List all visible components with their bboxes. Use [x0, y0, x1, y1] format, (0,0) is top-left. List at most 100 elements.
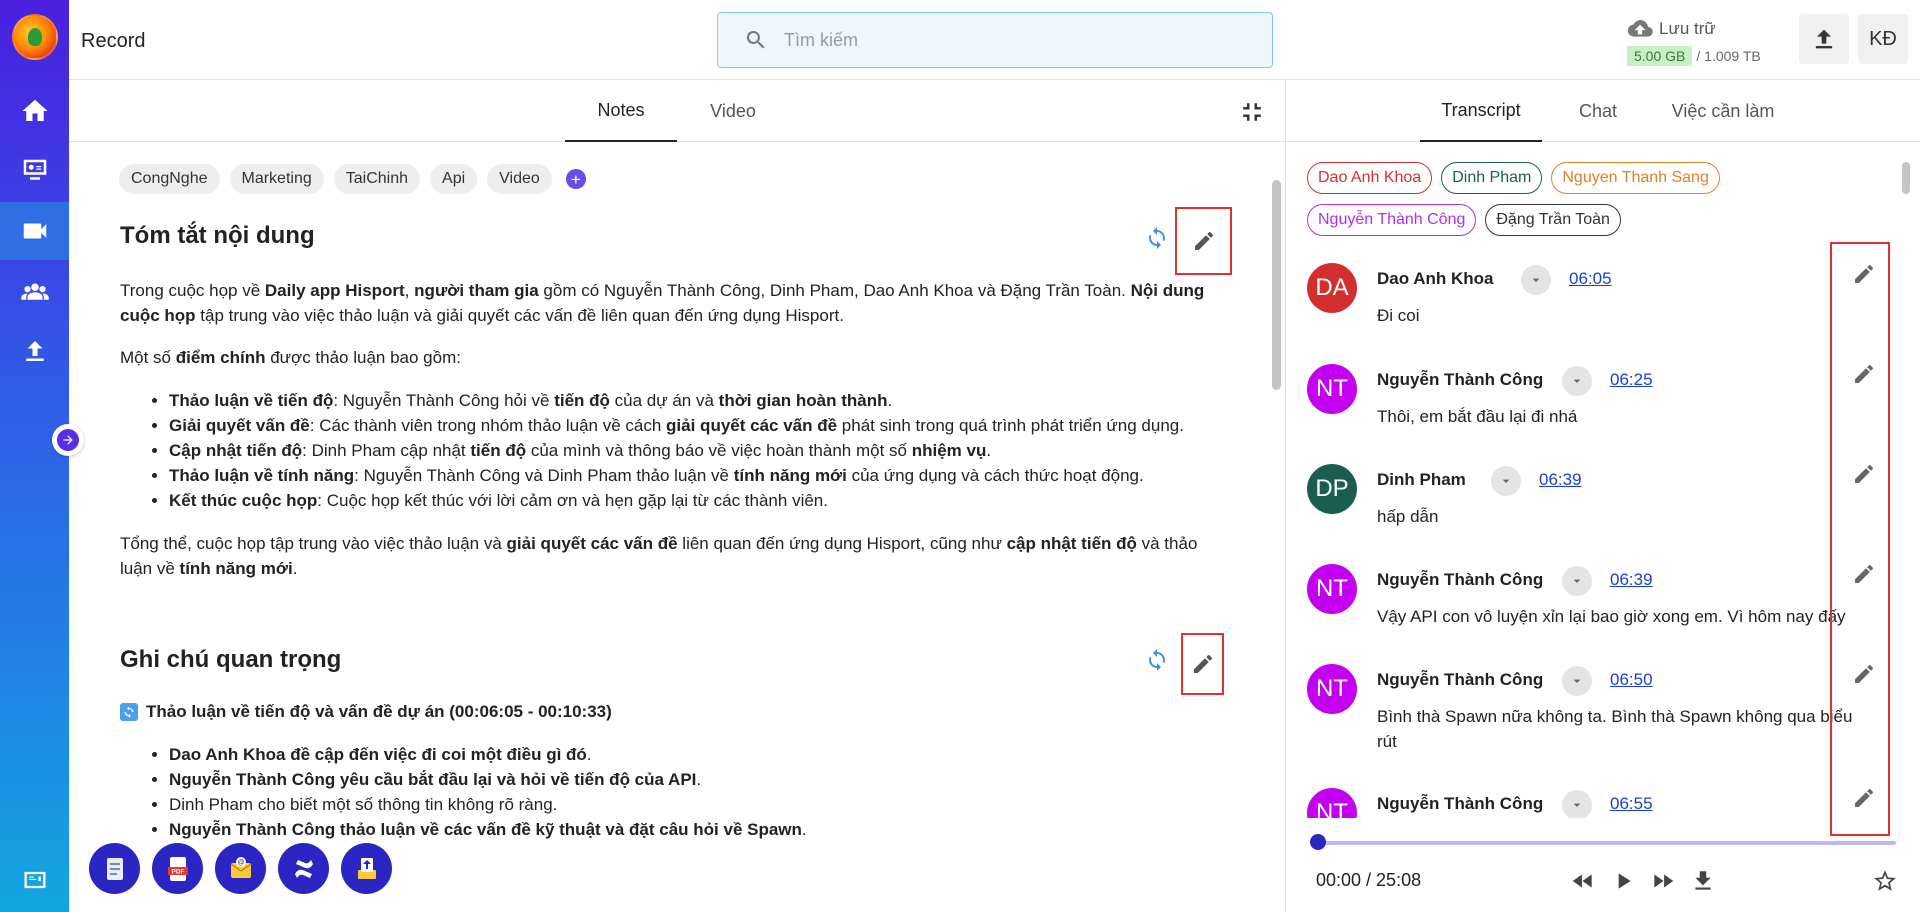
edit-notes-button[interactable]	[1181, 633, 1224, 695]
important-notes-title: Ghi chú quan trọng	[120, 646, 342, 673]
playback-progress-bar[interactable]	[1318, 841, 1896, 845]
summary-conclusion: Tổng thể, cuộc họp tập trung vào việc th…	[120, 534, 1198, 578]
export-pdf-button[interactable]: PDF	[152, 843, 203, 894]
avatar: NT	[1307, 664, 1357, 714]
tab-notes[interactable]: Notes	[565, 80, 677, 142]
list-item: Cập nhật tiến độ: Dinh Pham cập nhật tiế…	[169, 438, 1229, 463]
tag-item[interactable]: CongNghe	[119, 164, 220, 194]
speaker-chip[interactable]: Đặng Trần Toàn	[1485, 204, 1621, 236]
timestamp-link[interactable]: 06:55	[1610, 794, 1653, 814]
summary-intro: Trong cuộc họp về Daily app Hisport, ngư…	[120, 281, 1205, 325]
record-nav-item[interactable]	[0, 202, 69, 260]
timestamp-link[interactable]: 06:50	[1610, 670, 1653, 690]
pencil-icon	[1855, 265, 1873, 283]
fast-forward-button[interactable]	[1648, 866, 1678, 896]
playback-time: 00:00 / 25:08	[1316, 870, 1422, 890]
meetings-nav-item[interactable]	[0, 142, 69, 200]
speaker-dropdown[interactable]	[1491, 466, 1521, 496]
refresh-badge-icon	[120, 703, 138, 721]
edit-summary-button[interactable]	[1175, 207, 1232, 275]
regenerate-summary-button[interactable]	[1145, 226, 1169, 250]
tag-item[interactable]: Marketing	[229, 164, 324, 194]
summary-title: Tóm tắt nội dung	[120, 222, 315, 249]
tab-todo[interactable]: Việc cần làm	[1658, 80, 1788, 142]
timestamp-link[interactable]: 06:05	[1569, 269, 1612, 289]
speaker-chip[interactable]: Dinh Pham	[1441, 162, 1543, 194]
summary-points-intro: Một số điểm chính được thảo luận bao gồm…	[120, 348, 461, 367]
speaker-dropdown[interactable]	[1521, 265, 1551, 295]
avatar: NT	[1307, 788, 1357, 818]
user-avatar-button[interactable]: KĐ	[1858, 14, 1908, 64]
play-button[interactable]	[1608, 866, 1638, 896]
regenerate-notes-button[interactable]	[1145, 648, 1169, 672]
speaker-chip[interactable]: Nguyen Thanh Sang	[1551, 162, 1720, 194]
speaker-dropdown[interactable]	[1562, 366, 1592, 396]
speaker-chip[interactable]: Nguyễn Thành Công	[1307, 204, 1477, 236]
export-confluence-button[interactable]	[278, 843, 329, 894]
send-email-button[interactable]: @	[215, 843, 266, 894]
speaker-dropdown[interactable]	[1562, 666, 1592, 696]
arrow-right-icon	[63, 435, 73, 445]
presentation-icon	[23, 159, 46, 180]
list-item: Giải quyết vấn đề: Các thành viên trong …	[169, 413, 1229, 438]
speaker-dropdown[interactable]	[1562, 566, 1592, 596]
exit-fullscreen-button[interactable]	[1237, 97, 1267, 127]
playback-scrubber[interactable]	[1310, 834, 1326, 850]
list-item: Thảo luận về tiến độ: Nguyễn Thành Công …	[169, 388, 1229, 413]
upload-button[interactable]	[1799, 14, 1849, 64]
sync-icon	[1149, 227, 1165, 249]
notes-scrollbar[interactable]	[1272, 180, 1281, 390]
avatar: DP	[1307, 464, 1357, 514]
list-item: Nguyễn Thành Công yêu cầu bắt đầu lại và…	[169, 767, 1229, 792]
speaker-chip[interactable]: Dao Anh Khoa	[1307, 162, 1433, 194]
download-button[interactable]	[1688, 866, 1718, 896]
storage-total: / 1.009 TB	[1696, 48, 1761, 64]
home-nav-item[interactable]	[0, 82, 69, 140]
caret-down-icon	[1573, 579, 1581, 583]
speaker-dropdown[interactable]	[1562, 790, 1592, 818]
summary-points: Thảo luận về tiến độ: Nguyễn Thành Công …	[169, 388, 1229, 513]
edit-entry-button[interactable]	[1852, 262, 1876, 286]
search-input[interactable]	[784, 29, 1244, 51]
edit-entry-button[interactable]	[1852, 662, 1876, 686]
tag-item[interactable]: Video	[487, 164, 552, 194]
edit-entry-button[interactable]	[1852, 562, 1876, 586]
export-notes-button[interactable]	[89, 843, 140, 894]
transcript-scrollbar[interactable]	[1902, 162, 1910, 194]
timestamp-link[interactable]: 06:39	[1610, 570, 1653, 590]
sidebar	[0, 0, 69, 912]
upload-icon	[25, 341, 44, 361]
search-box[interactable]	[717, 12, 1273, 68]
add-tag-button[interactable]: +	[565, 169, 586, 189]
favorite-button[interactable]	[1870, 866, 1900, 896]
tab-transcript[interactable]: Transcript	[1420, 80, 1542, 142]
edit-entry-button[interactable]	[1852, 462, 1876, 486]
pencil-icon	[1855, 565, 1873, 583]
rewind-button[interactable]	[1568, 866, 1598, 896]
app-logo[interactable]	[12, 14, 58, 60]
top-bar: Record Lưu trữ 5.00 GB/ 1.009 TB KĐ	[69, 0, 1920, 80]
export-actions: PDF @	[89, 843, 392, 894]
avatar: DA	[1307, 263, 1357, 313]
speaker-name: Nguyễn Thành Công	[1377, 570, 1544, 589]
billing-nav-item[interactable]	[0, 860, 69, 900]
important-items: Dao Anh Khoa đề cập đến việc đi coi một …	[169, 742, 1229, 842]
tab-video[interactable]: Video	[677, 80, 789, 142]
tab-chat[interactable]: Chat	[1548, 80, 1648, 142]
upload-nav-item[interactable]	[0, 322, 69, 380]
timestamp-link[interactable]: 06:25	[1610, 370, 1653, 390]
list-item: Thảo luận về tính năng: Nguyễn Thành Côn…	[169, 463, 1229, 488]
pencil-icon	[1855, 789, 1873, 807]
edit-entry-button[interactable]	[1852, 362, 1876, 386]
tag-list: CongNghe Marketing TaiChinh Api Video +	[119, 164, 586, 194]
tag-item[interactable]: Api	[430, 164, 478, 194]
speaker-name: Dao Anh Khoa	[1377, 269, 1494, 288]
upload-icon	[1815, 29, 1833, 49]
tag-item[interactable]: TaiChinh	[333, 164, 421, 194]
edit-entry-button[interactable]	[1852, 786, 1876, 810]
transcript-entry: NT Nguyễn Thành Công 06:50 Bình thà Spaw…	[1307, 664, 1867, 764]
upload-export-button[interactable]	[341, 843, 392, 894]
expand-sidebar-button[interactable]	[52, 424, 84, 456]
timestamp-link[interactable]: 06:39	[1539, 470, 1582, 490]
team-nav-item[interactable]	[0, 262, 69, 320]
